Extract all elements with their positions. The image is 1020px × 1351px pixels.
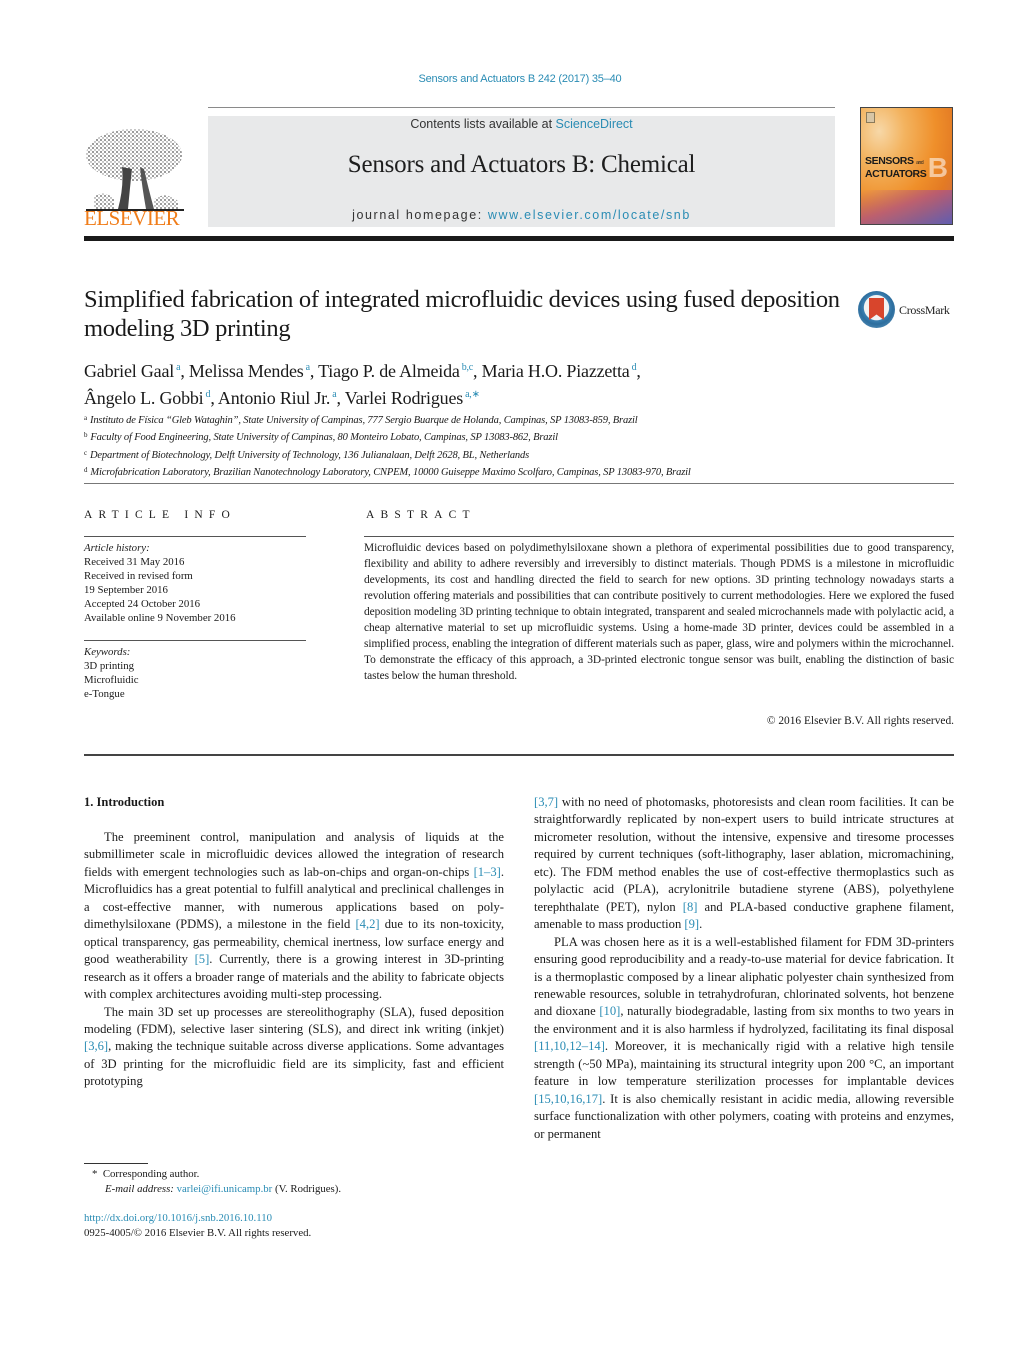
- header-divider: [208, 107, 835, 108]
- history-item: Accepted 24 October 2016: [84, 598, 201, 611]
- homepage-link[interactable]: www.elsevier.com/locate/snb: [488, 208, 691, 222]
- affiliation-item: a Instituto de Física “Gleb Wataghin”, St…: [84, 414, 638, 426]
- paragraph: PLA was chosen here as it is a well-esta…: [534, 934, 954, 1141]
- history-item: Received 31 May 2016: [84, 556, 185, 569]
- cover-art: [861, 190, 952, 224]
- author-affiliation-link[interactable]: d: [632, 362, 637, 373]
- keywords-divider: [84, 640, 306, 641]
- email-owner: (V. Rodrigues).: [274, 1182, 342, 1195]
- corresponding-author-label: Corresponding author.: [102, 1168, 200, 1180]
- author-name: Antonio Riul Jr.: [217, 388, 331, 408]
- journal-cover-thumbnail[interactable]: B SENSORS and ACTUATORS: [860, 107, 953, 225]
- abstract-bottom-divider: [84, 754, 954, 756]
- article-history: Article history: Received 31 May 2016 Re…: [84, 541, 314, 626]
- header-thick-rule: [84, 236, 954, 241]
- journal-homepage: journal homepage: www.elsevier.com/locat…: [208, 208, 835, 222]
- abstract-copyright: © 2016 Elsevier B.V. All rights reserved…: [766, 715, 954, 727]
- doi-block: http://dx.doi.org/10.1016/j.snb.2016.10.…: [84, 1211, 504, 1240]
- footnote-rule: [84, 1163, 148, 1164]
- keywords: Keywords: 3D printing Microfluidic e-Ton…: [84, 645, 314, 701]
- affiliation-item: b Faculty of Food Engineering, State Univ…: [84, 431, 558, 444]
- paper-title: Simplified fabrication of integrated mic…: [84, 286, 840, 342]
- citation-link[interactable]: [1–3]: [474, 865, 501, 879]
- affiliation-key: d: [84, 466, 88, 475]
- affiliation-key: b: [84, 431, 88, 440]
- title-divider: [84, 483, 954, 484]
- cover-elsevier-mini-logo-icon: [866, 112, 875, 123]
- affiliation-list: a Instituto de Física “Gleb Wataghin”, St…: [84, 411, 944, 481]
- author-name: Maria H.O. Piazzetta: [481, 361, 630, 381]
- citation-link[interactable]: [10]: [599, 1004, 620, 1018]
- history-item: Received in revised form: [84, 570, 193, 583]
- cover-title-line1: SENSORS: [865, 155, 914, 167]
- author-affiliation-link[interactable]: d: [206, 389, 211, 400]
- citation-link[interactable]: [9]: [684, 917, 699, 931]
- author-affiliation-link[interactable]: a: [306, 362, 310, 373]
- sciencedirect-link[interactable]: ScienceDirect: [556, 117, 633, 131]
- author-name: Ângelo L. Gobbi: [84, 388, 204, 408]
- paragraph: The main 3D set up processes are stereol…: [84, 1004, 504, 1089]
- article-history-label: Article history:: [84, 542, 150, 554]
- journal-title: Sensors and Actuators B: Chemical: [347, 151, 696, 178]
- cover-title-line2: ACTUATORS: [865, 168, 927, 180]
- cover-title-and: and: [916, 160, 924, 166]
- citation-link[interactable]: [5]: [195, 952, 210, 966]
- email-link[interactable]: varlei@ifi.unicamp.br: [177, 1183, 273, 1195]
- paragraph: [3,7] with no need of photomasks, photor…: [534, 795, 954, 932]
- citation-link[interactable]: [15,10,16,17]: [534, 1092, 602, 1106]
- affiliation-item: d Microfabrication Laboratory, Brazilian …: [84, 466, 691, 479]
- author-list: Gabriel Gaal a, Melissa Mendes a, Tiago P.…: [84, 361, 641, 408]
- paragraph: The preeminent control, manipulation and…: [84, 830, 504, 1002]
- citation-link[interactable]: Sensors and Actuators B 242 (2017) 35–40: [419, 73, 622, 85]
- journal-citation[interactable]: Sensors and Actuators B 242 (2017) 35–40: [0, 73, 1020, 85]
- author-name: Varlei Rodrigues: [344, 388, 464, 408]
- crossmark-label: CrossMark: [899, 303, 950, 317]
- citation-link[interactable]: [3,7]: [534, 795, 558, 809]
- citation-link[interactable]: [4,2]: [355, 917, 379, 931]
- history-item: 19 September 2016: [84, 584, 168, 597]
- keyword-item: Microfluidic: [84, 674, 139, 687]
- author-name: Gabriel Gaal: [84, 361, 175, 381]
- section-heading-introduction: 1. Introduction: [84, 795, 165, 809]
- author-affiliation-link[interactable]: a: [176, 362, 180, 373]
- citation-link[interactable]: [8]: [683, 900, 698, 914]
- email-label: E-mail address:: [105, 1182, 174, 1195]
- author-name: Tiago P. de Almeida: [318, 361, 460, 381]
- corresponding-author-footnote: * Corresponding author. E-mail address: …: [92, 1167, 512, 1196]
- keyword-item: 3D printing: [84, 660, 135, 673]
- author-name: Melissa Mendes: [188, 361, 304, 381]
- affiliation-key: a: [84, 414, 87, 422]
- affiliation-key: c: [84, 448, 87, 457]
- issn-copyright: 0925-4005/© 2016 Elsevier B.V. All right…: [84, 1226, 312, 1239]
- article-info-divider: [84, 536, 306, 537]
- crossmark-badge[interactable]: CrossMark: [858, 291, 958, 331]
- body-column-right: [3,7] with no need of photomasks, photor…: [534, 794, 954, 1143]
- cover-title: SENSORS and ACTUATORS: [865, 155, 927, 180]
- author-affiliation-link[interactable]: a,∗: [465, 389, 480, 400]
- elsevier-wordmark: ELSEVIER: [84, 206, 180, 230]
- abstract-divider: [364, 536, 954, 537]
- contents-availability: Contents lists available at ScienceDirec…: [208, 117, 835, 131]
- abstract-heading: ABSTRACT: [366, 509, 476, 521]
- affiliation-item: c Department of Biotechnology, Delft Univ…: [84, 448, 530, 461]
- body-column-left: The preeminent control, manipulation and…: [84, 829, 504, 1091]
- doi-link[interactable]: http://dx.doi.org/10.1016/j.snb.2016.10.…: [84, 1211, 504, 1226]
- abstract-text: Microfluidic devices based on polydimeth…: [364, 542, 954, 682]
- contents-prefix: Contents lists available at: [410, 117, 556, 131]
- author-affiliation-link[interactable]: a: [332, 389, 336, 400]
- keyword-item: e-Tongue: [84, 688, 125, 701]
- article-info-heading: ARTICLE INFO: [84, 509, 236, 521]
- author-affiliation-link[interactable]: b,c: [462, 362, 474, 373]
- history-item: Available online 9 November 2016: [84, 612, 236, 625]
- homepage-prefix: journal homepage:: [352, 208, 488, 222]
- citation-link[interactable]: [3,6]: [84, 1039, 108, 1053]
- footnote-marker: *: [92, 1168, 98, 1180]
- citation-link[interactable]: [11,10,12–14]: [534, 1039, 605, 1053]
- cover-letter: B: [927, 152, 948, 183]
- keywords-label: Keywords:: [84, 646, 131, 658]
